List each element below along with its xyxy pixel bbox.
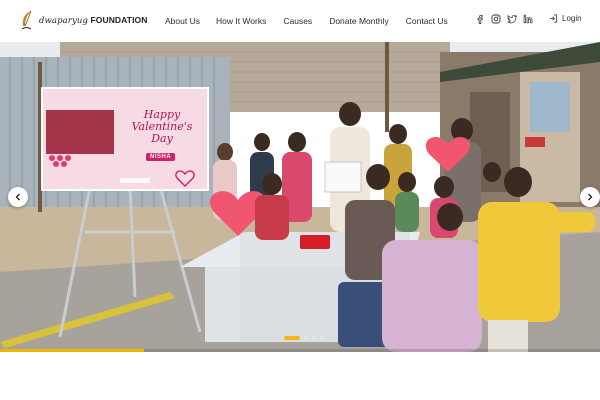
main-nav: About Us How It Works Causes Donate Mont… [160,0,448,42]
nav-item-about-us[interactable]: About Us [165,16,200,26]
slider-prev-button[interactable] [8,187,28,207]
banner-name-tag: NISHA [146,153,176,161]
linkedin-icon[interactable] [523,14,533,24]
nav-item-how-it-works[interactable]: How It Works [216,16,266,26]
chevron-right-icon [588,193,593,201]
hero-slider: Happy Valentine's Day NISHA [0,42,600,352]
banner-line-3: Day [151,132,173,145]
brand-name: dwaparyug FOUNDATION [39,15,147,26]
slider-dot-2[interactable] [304,336,308,340]
feather-logo-icon [21,10,32,30]
banner-greeting: Happy Valentine's Day [116,109,208,145]
slider-pagination [284,336,324,340]
slider-dot-1[interactable] [284,336,300,340]
site-logo[interactable]: dwaparyug FOUNDATION [17,9,147,31]
content-section [0,352,600,400]
login-label: Login [562,14,582,23]
nav-item-donate-monthly[interactable]: Donate Monthly [329,16,389,26]
site-header: dwaparyug FOUNDATION About Us How It Wor… [0,0,600,42]
login-button[interactable]: Login [549,14,582,23]
brand-name-line2: FOUNDATION [90,14,148,25]
twitter-icon[interactable] [507,14,517,24]
hero-slide-image [0,42,600,352]
slider-next-button[interactable] [580,187,600,207]
facebook-icon[interactable] [475,14,485,24]
social-links [475,14,533,24]
instagram-icon[interactable] [491,14,501,24]
slider-dot-4[interactable] [320,336,324,340]
chevron-left-icon [15,193,20,201]
nav-item-causes[interactable]: Causes [283,16,312,26]
slider-dot-3[interactable] [312,336,316,340]
nav-item-contact-us[interactable]: Contact Us [406,16,448,26]
brand-name-line1: dwaparyug [39,15,88,26]
login-icon [549,14,558,23]
